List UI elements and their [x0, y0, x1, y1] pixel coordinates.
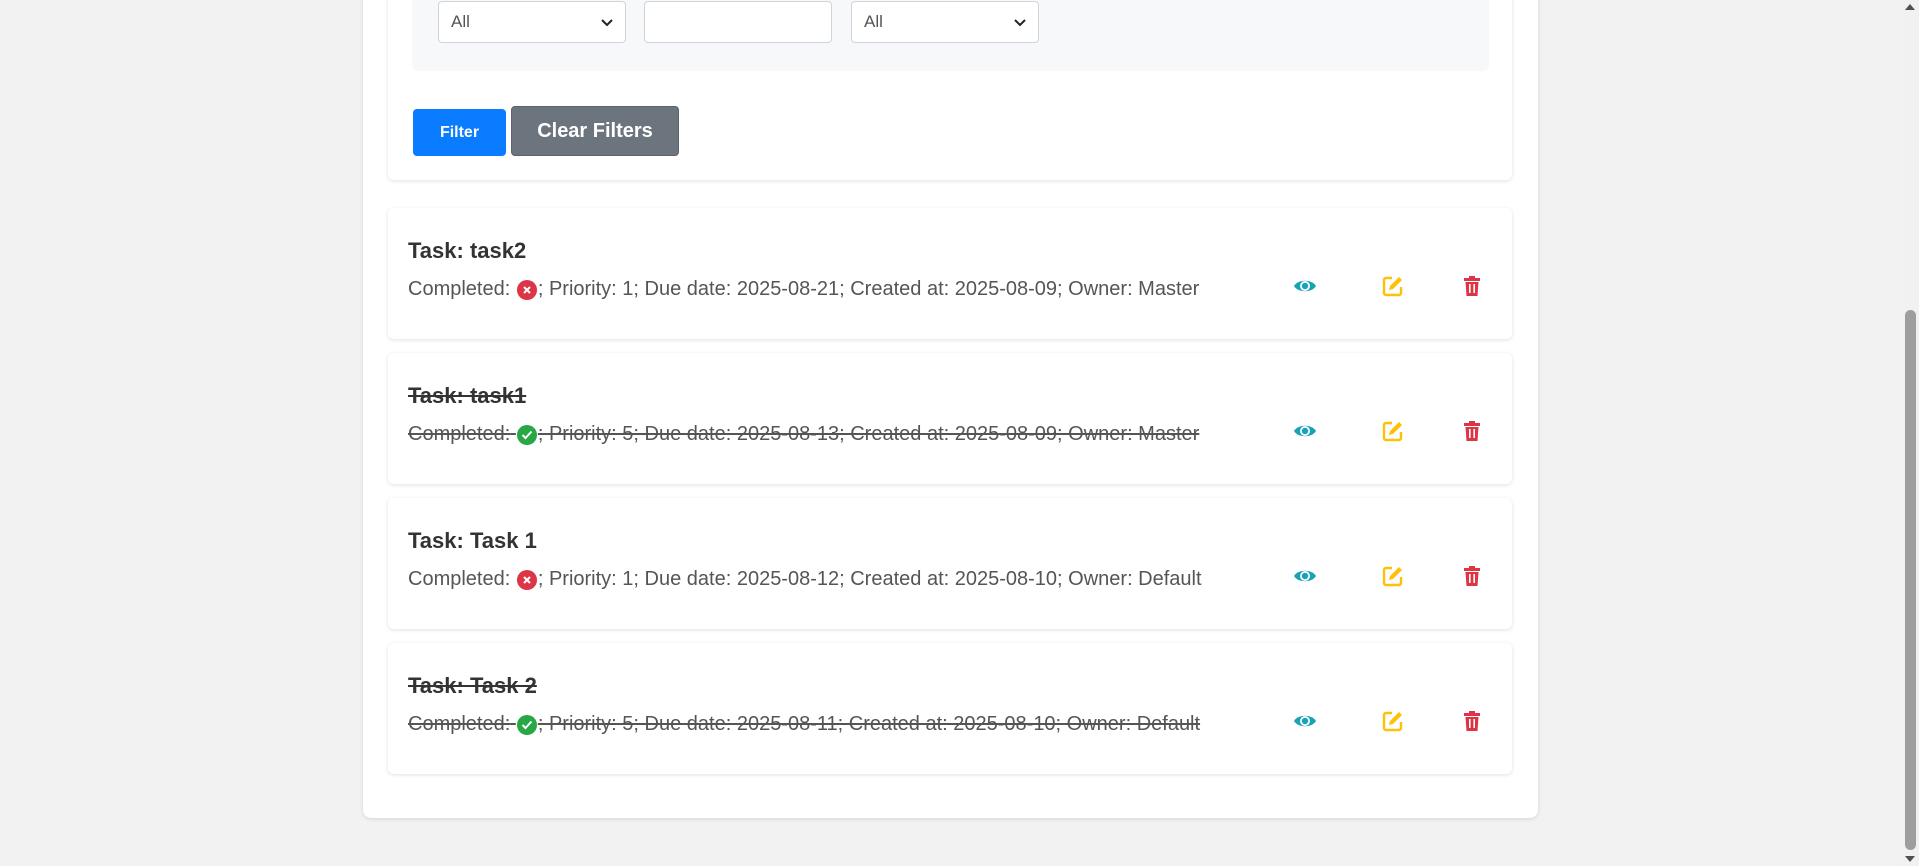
task-meta-text: ; Priority: 5; Due date: 2025-08-11; Cre… — [537, 713, 1201, 735]
chevron-down-icon — [1014, 14, 1026, 30]
edit-task-button[interactable] — [1378, 418, 1408, 448]
status-filter-value: All — [451, 12, 470, 31]
view-task-button[interactable] — [1290, 563, 1320, 593]
trash-icon — [1464, 420, 1480, 446]
view-task-button[interactable] — [1290, 708, 1320, 738]
chevron-down-icon — [601, 14, 613, 30]
priority-filter-select[interactable]: All — [851, 1, 1039, 43]
x-circle-icon — [516, 279, 537, 300]
search-input[interactable] — [644, 1, 832, 43]
trash-icon — [1464, 710, 1480, 736]
task-details: Completed: ; Priority: 5; Due date: 2025… — [408, 713, 1200, 736]
eye-icon — [1293, 712, 1317, 735]
edit-task-button[interactable] — [1378, 708, 1408, 738]
task-title: Task: Task 1 — [408, 528, 537, 553]
task-title: Task: Task 2 — [408, 673, 537, 698]
task-card: Task: task1 Completed: ; Priority: 5; Du… — [388, 353, 1512, 484]
task-card: Task: task2 Completed: ; Priority: 1; Du… — [388, 208, 1512, 339]
scroll-up-arrow-icon[interactable] — [1905, 4, 1915, 10]
view-task-button[interactable] — [1290, 273, 1320, 303]
task-details: Completed: ; Priority: 1; Due date: 2025… — [408, 568, 1202, 591]
edit-icon — [1382, 420, 1404, 447]
delete-task-button[interactable] — [1457, 273, 1487, 303]
edit-icon — [1382, 565, 1404, 592]
vertical-scrollbar[interactable] — [1902, 0, 1919, 866]
edit-task-button[interactable] — [1378, 273, 1408, 303]
task-card: Task: Task 1 Completed: ; Priority: 1; D… — [388, 498, 1512, 629]
edit-task-button[interactable] — [1378, 563, 1408, 593]
x-circle-icon — [516, 569, 537, 590]
task-details: Completed: ; Priority: 1; Due date: 2025… — [408, 278, 1199, 301]
trash-icon — [1464, 565, 1480, 591]
edit-icon — [1382, 710, 1404, 737]
task-details: Completed: ; Priority: 5; Due date: 2025… — [408, 423, 1199, 446]
trash-icon — [1464, 275, 1480, 301]
completed-label: Completed: — [408, 568, 511, 590]
completed-label: Completed: — [408, 278, 511, 300]
completed-label: Completed: — [408, 713, 511, 735]
task-title: Task: task1 — [408, 383, 527, 408]
clear-filters-button[interactable]: Clear Filters — [511, 106, 679, 156]
delete-task-button[interactable] — [1457, 563, 1487, 593]
task-card: Task: Task 2 Completed: ; Priority: 5; D… — [388, 643, 1512, 774]
check-circle-icon — [516, 424, 537, 445]
eye-icon — [1293, 567, 1317, 590]
scrollbar-thumb[interactable] — [1905, 310, 1916, 850]
filter-button[interactable]: Filter — [413, 109, 506, 156]
task-title: Task: task2 — [408, 238, 527, 263]
task-meta-text: ; Priority: 1; Due date: 2025-08-12; Cre… — [537, 568, 1202, 590]
check-circle-icon — [516, 714, 537, 735]
completed-label: Completed: — [408, 423, 511, 445]
scroll-down-arrow-icon[interactable] — [1905, 856, 1915, 862]
priority-filter-value: All — [864, 12, 883, 31]
page: All All Filter Clear Filters Task: task2… — [0, 0, 1919, 866]
eye-icon — [1293, 422, 1317, 445]
edit-icon — [1382, 275, 1404, 302]
status-filter-select[interactable]: All — [438, 1, 626, 43]
delete-task-button[interactable] — [1457, 418, 1487, 448]
task-meta-text: ; Priority: 5; Due date: 2025-08-13; Cre… — [537, 423, 1200, 445]
delete-task-button[interactable] — [1457, 708, 1487, 738]
view-task-button[interactable] — [1290, 418, 1320, 448]
task-meta-text: ; Priority: 1; Due date: 2025-08-21; Cre… — [537, 278, 1200, 300]
eye-icon — [1293, 277, 1317, 300]
